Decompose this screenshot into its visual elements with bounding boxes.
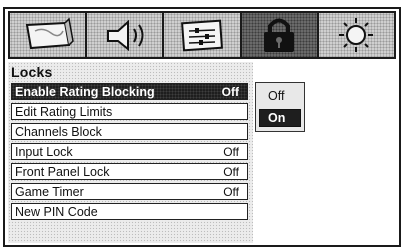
menu-item-label: Front Panel Lock xyxy=(15,164,110,179)
menu-item-value: Off xyxy=(223,144,239,159)
tab-settings[interactable] xyxy=(318,13,395,57)
picture-icon xyxy=(25,17,74,50)
setup-icon xyxy=(181,19,223,52)
option-popup: Off On xyxy=(255,82,305,132)
menu-item-value: Off xyxy=(223,164,239,179)
settings-icon xyxy=(339,18,374,52)
menu-item-input-lock[interactable]: Input Lock Off xyxy=(11,143,248,160)
popup-option-off[interactable]: Off xyxy=(259,87,301,105)
menu-item-game-timer[interactable]: Game Timer Off xyxy=(11,183,248,200)
tab-audio[interactable] xyxy=(87,13,165,57)
audio-icon xyxy=(106,19,144,52)
menu-item-label: Input Lock xyxy=(15,144,73,159)
menu-tab-bar xyxy=(8,11,396,59)
tab-setup[interactable] xyxy=(164,13,242,57)
tv-menu-screen: Locks Enable Rating Blocking Off Edit Ra… xyxy=(0,0,409,251)
menu-item-label: Channels Block xyxy=(15,124,102,139)
menu-item-new-pin-code[interactable]: New PIN Code xyxy=(11,203,248,220)
menu-title: Locks xyxy=(11,64,53,80)
menu-item-label: Edit Rating Limits xyxy=(15,104,113,119)
menu-item-value: Off xyxy=(221,84,239,99)
menu-item-label: Enable Rating Blocking xyxy=(15,84,155,99)
menu-item-label: New PIN Code xyxy=(15,204,98,219)
popup-option-on[interactable]: On xyxy=(259,109,301,127)
menu-item-label: Game Timer xyxy=(15,184,84,199)
menu-item-channels-block[interactable]: Channels Block xyxy=(11,123,248,140)
menu-item-front-panel-lock[interactable]: Front Panel Lock Off xyxy=(11,163,248,180)
menu-item-edit-rating-limits[interactable]: Edit Rating Limits xyxy=(11,103,248,120)
menu-item-value: Off xyxy=(223,184,239,199)
menu-list: Enable Rating Blocking Off Edit Rating L… xyxy=(11,83,248,223)
tab-locks[interactable] xyxy=(241,13,319,57)
lock-icon xyxy=(264,18,295,52)
tab-picture[interactable] xyxy=(10,13,88,57)
menu-item-enable-rating-blocking[interactable]: Enable Rating Blocking Off xyxy=(11,83,248,100)
